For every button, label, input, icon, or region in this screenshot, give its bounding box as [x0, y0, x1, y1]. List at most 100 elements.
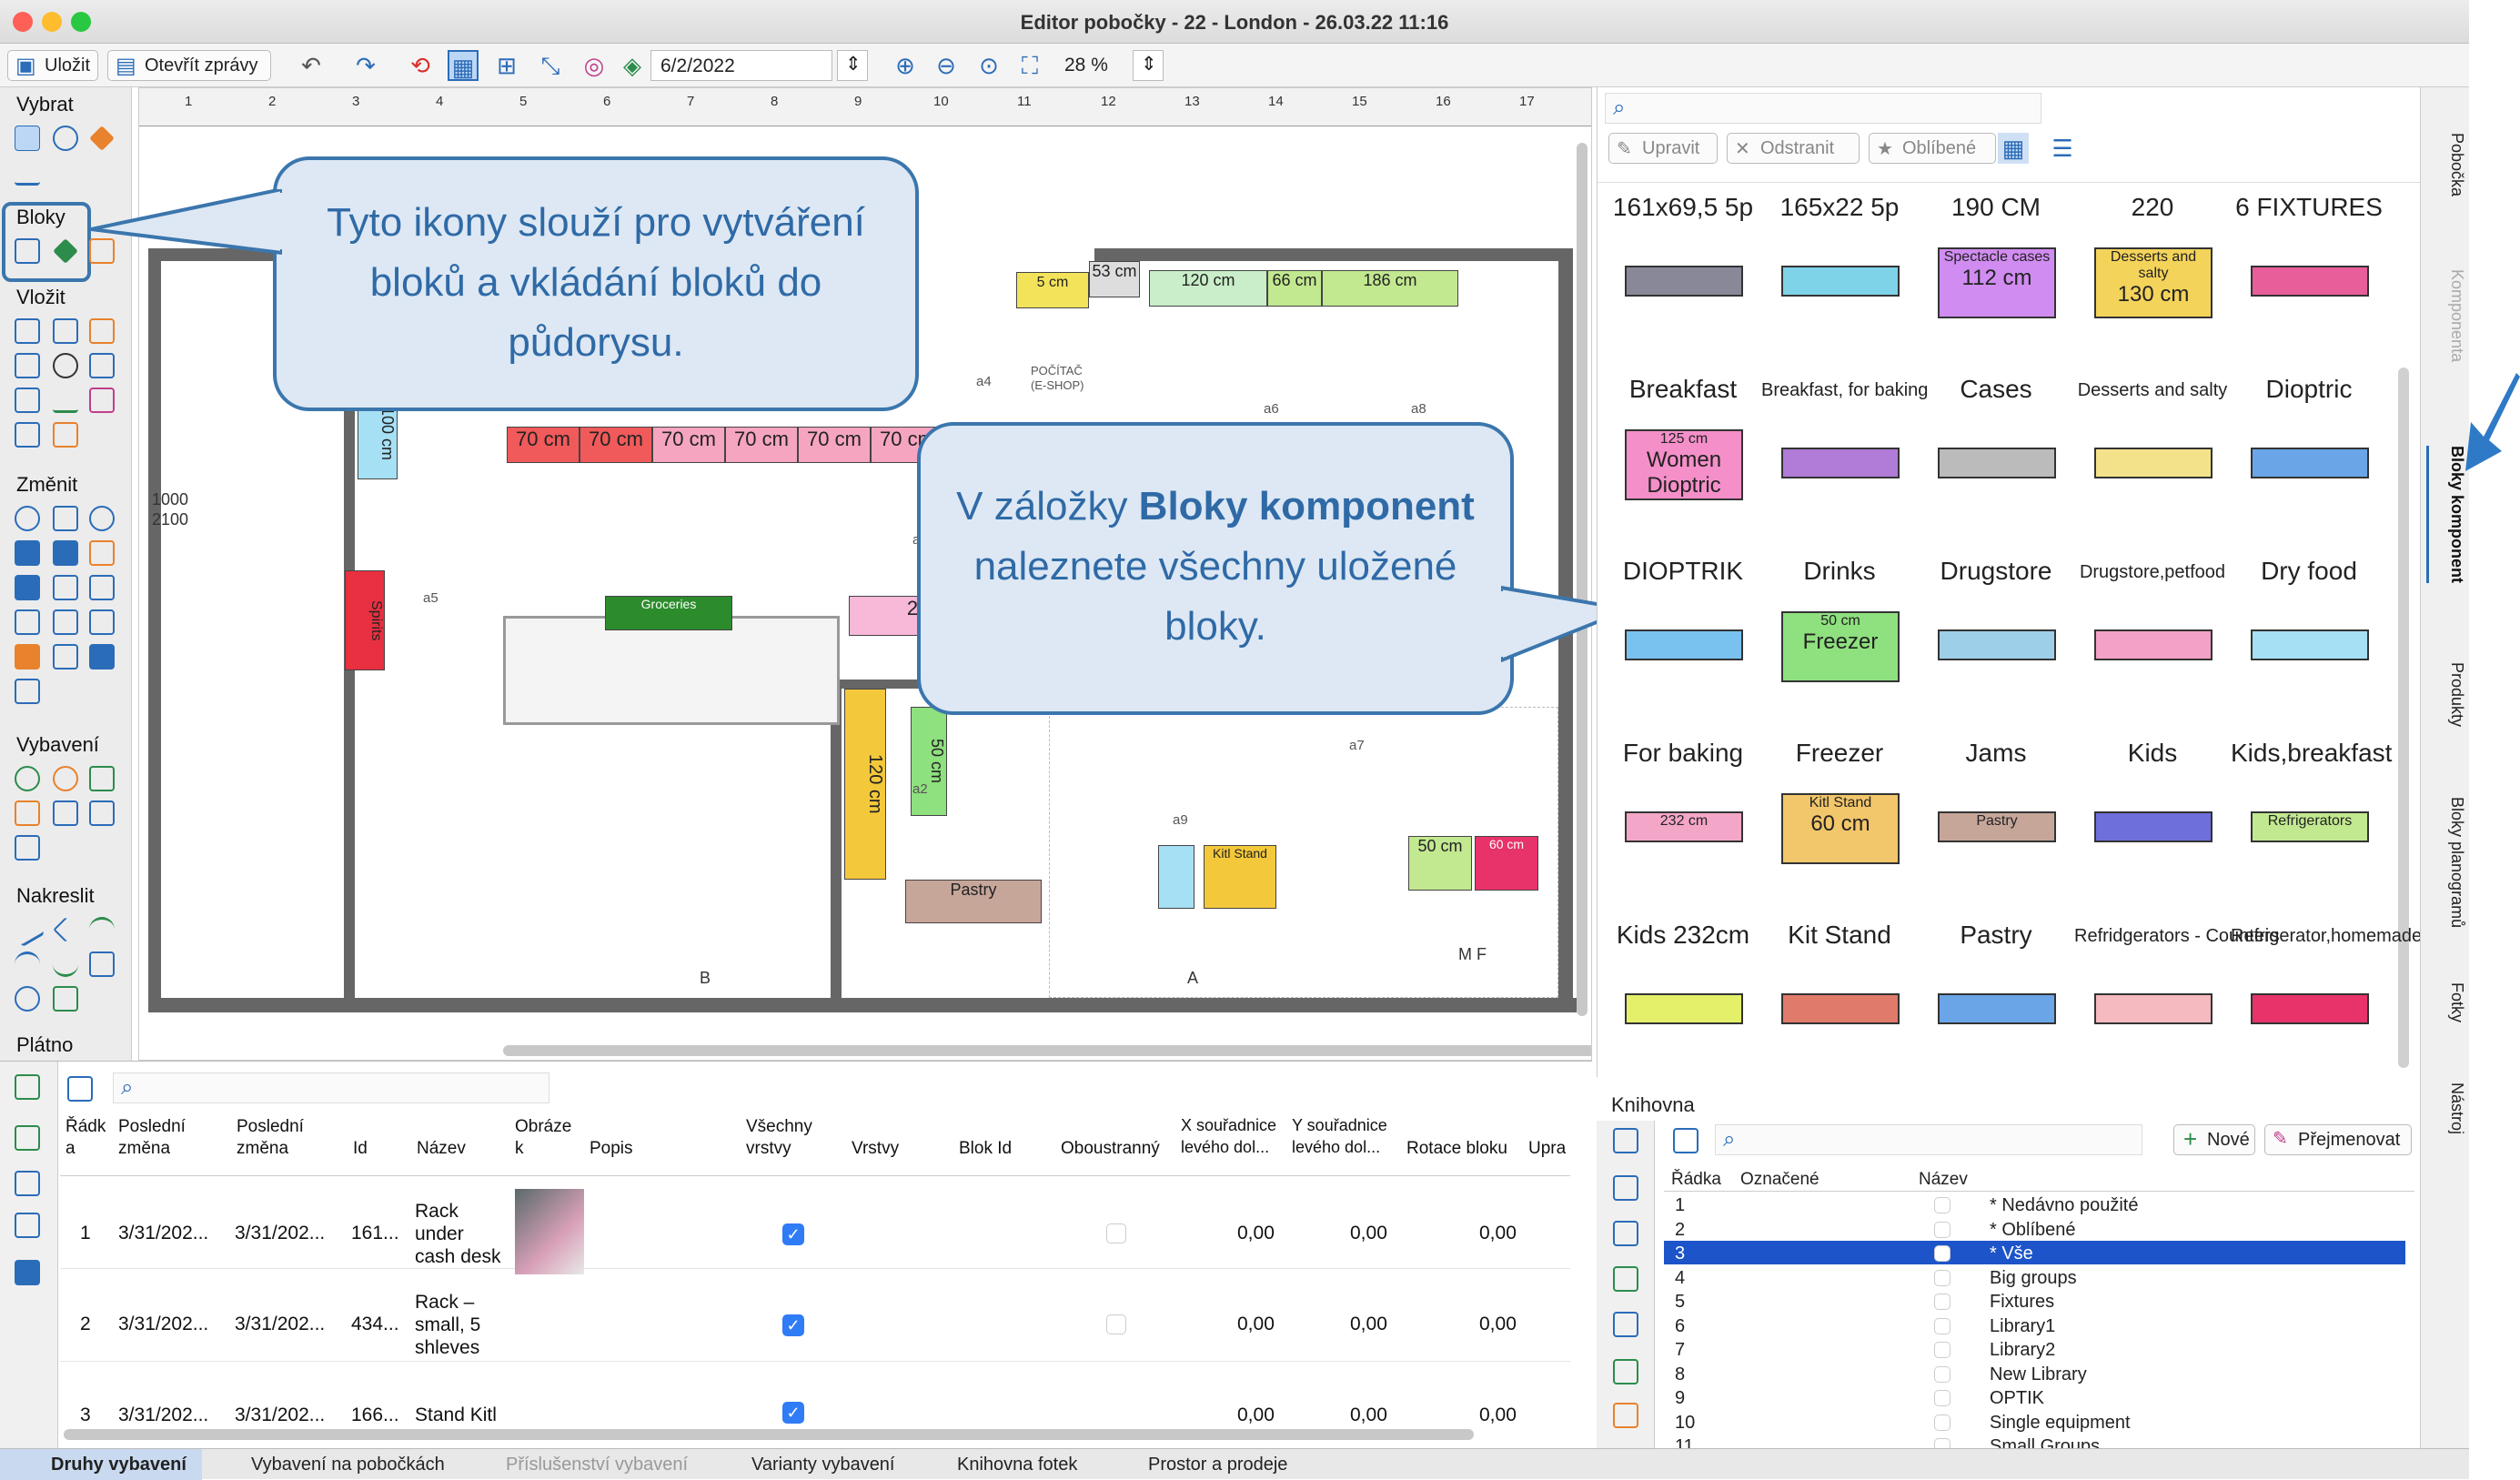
- col-x[interactable]: X souřadnice levého dol...: [1181, 1114, 1286, 1158]
- equipment-sync-icon[interactable]: [53, 766, 78, 791]
- block-thumbnail[interactable]: Desserts and salty 130 cm: [2094, 247, 2213, 318]
- notes-icon[interactable]: [1613, 1312, 1638, 1337]
- tab-tool[interactable]: Nástroj: [2426, 1082, 2466, 1134]
- col-row[interactable]: Řádk a: [66, 1116, 107, 1160]
- export-icon[interactable]: [15, 1213, 40, 1238]
- fp-block[interactable]: 50 cm: [1408, 836, 1472, 891]
- spacing-icon[interactable]: [53, 575, 78, 600]
- block-thumbnail[interactable]: [1938, 448, 2056, 478]
- draw-arc-icon[interactable]: [89, 917, 115, 942]
- table-hscrollbar[interactable]: [64, 1429, 1474, 1440]
- group-icon[interactable]: [89, 609, 115, 635]
- draw-angle-icon[interactable]: [53, 917, 78, 942]
- lib-marked-checkbox[interactable]: [1934, 1414, 1950, 1431]
- col-double-sided[interactable]: Oboustranný: [1061, 1138, 1160, 1160]
- fp-block[interactable]: 66 cm: [1267, 270, 1322, 307]
- fp-block[interactable]: [1158, 845, 1194, 909]
- fp-block[interactable]: 70 cm: [798, 427, 871, 463]
- align-left-icon[interactable]: [15, 540, 40, 566]
- insert-image-icon[interactable]: [15, 422, 40, 448]
- layers-icon[interactable]: ◈: [617, 50, 648, 81]
- block-thumbnail[interactable]: Refrigerators: [2251, 811, 2369, 842]
- col-block-id[interactable]: Blok Id: [959, 1138, 1012, 1160]
- canvas-hscrollbar[interactable]: [503, 1045, 1591, 1056]
- block-thumbnail[interactable]: 125 cmWomen Dioptric Glasses: [1625, 429, 1743, 500]
- save-button[interactable]: ▣ Uložit: [7, 50, 98, 81]
- lib-marked-checkbox[interactable]: [1934, 1390, 1950, 1406]
- equipment-add-icon[interactable]: [89, 800, 115, 826]
- fp-block[interactable]: 5 cm: [1016, 272, 1089, 308]
- block-thumbnail[interactable]: [2094, 993, 2213, 1024]
- order-icon[interactable]: [53, 609, 78, 635]
- block-thumbnail[interactable]: Spectacle cases 112 cm: [1938, 247, 2056, 318]
- block-thumbnail[interactable]: [2251, 629, 2369, 660]
- fp-block[interactable]: Pastry: [905, 880, 1042, 923]
- fullscreen-icon[interactable]: ⛶: [1014, 50, 1045, 81]
- back-icon[interactable]: [53, 644, 78, 670]
- excel-import-icon[interactable]: [15, 1074, 40, 1100]
- insert-pdf-icon[interactable]: [89, 388, 115, 413]
- tab-equipment-types[interactable]: Druhy vybavení: [51, 1455, 186, 1475]
- block-thumbnail[interactable]: [1781, 448, 1900, 478]
- snap-icon[interactable]: [89, 575, 115, 600]
- favorite-block-button[interactable]: ★ Oblíbené: [1869, 133, 1996, 164]
- columns-icon[interactable]: [67, 1076, 93, 1102]
- lib-marked-checkbox[interactable]: [1934, 1317, 1950, 1334]
- open-reports-button[interactable]: ▤ Otevřít zprávy: [107, 50, 271, 81]
- mirror-icon[interactable]: [89, 540, 115, 566]
- target-tool-icon[interactable]: [53, 126, 78, 151]
- history-icon[interactable]: ⟲: [405, 50, 436, 81]
- tab-equipment-accessories[interactable]: Příslušenství vybavení: [506, 1455, 688, 1475]
- move-icon[interactable]: [15, 506, 40, 531]
- tab-space-sales[interactable]: Prostor a prodeje: [1148, 1455, 1287, 1475]
- connect-icon[interactable]: ⤡: [535, 50, 566, 81]
- scale-icon[interactable]: [53, 506, 78, 531]
- lib-col-row[interactable]: Řádka: [1671, 1170, 1721, 1190]
- excel-icon[interactable]: [1613, 1359, 1638, 1384]
- camera-icon[interactable]: ◎: [579, 50, 610, 81]
- table-search-input[interactable]: ⌕: [113, 1072, 549, 1103]
- fp-block[interactable]: 70 cm: [580, 427, 652, 463]
- insert-rack-icon[interactable]: [15, 318, 40, 344]
- block-thumbnail[interactable]: [1781, 266, 1900, 297]
- block-thumbnail[interactable]: [1625, 993, 1743, 1024]
- select-tool-icon[interactable]: [15, 126, 40, 151]
- insert-photo-icon[interactable]: [53, 353, 78, 378]
- chart-icon[interactable]: [15, 1260, 40, 1285]
- lib-marked-checkbox[interactable]: [1934, 1197, 1950, 1213]
- new-library-button[interactable]: + Nové: [2173, 1124, 2255, 1155]
- edit-block-button[interactable]: ✎ Upravit: [1608, 133, 1718, 164]
- block-thumbnail[interactable]: [1781, 993, 1900, 1024]
- check-all-icon[interactable]: [1613, 1128, 1638, 1153]
- draw-line-icon[interactable]: [9, 911, 45, 948]
- align-center-icon[interactable]: [53, 540, 78, 566]
- columns-icon[interactable]: [1673, 1128, 1698, 1153]
- tab-component[interactable]: Komponenta: [2426, 269, 2466, 362]
- draw-spline-icon[interactable]: [53, 951, 78, 977]
- copy-icon[interactable]: [1613, 1175, 1638, 1201]
- tab-component-blocks[interactable]: Bloky komponent: [2426, 446, 2466, 584]
- fp-block[interactable]: 70 cm: [507, 427, 580, 463]
- block-thumbnail[interactable]: [2251, 266, 2369, 297]
- double-sided-checkbox[interactable]: [1106, 1314, 1126, 1334]
- double-sided-checkbox[interactable]: [1106, 1223, 1126, 1243]
- block-thumbnail[interactable]: [2251, 993, 2369, 1024]
- fp-block[interactable]: 186 cm: [1322, 270, 1458, 307]
- tab-photos[interactable]: Fotky: [2426, 982, 2466, 1022]
- rename-library-button[interactable]: ✎ Přejmenovat: [2264, 1124, 2412, 1155]
- block-thumbnail[interactable]: [2094, 811, 2213, 842]
- lib-marked-checkbox[interactable]: [1934, 1294, 1950, 1310]
- date-field[interactable]: 6/2/2022: [650, 50, 832, 81]
- insert-table-icon[interactable]: [89, 353, 115, 378]
- col-rotation[interactable]: Rotace bloku: [1406, 1138, 1507, 1160]
- distribute-icon[interactable]: [15, 575, 40, 600]
- library-search-input[interactable]: ⌕: [1715, 1124, 2142, 1155]
- col-id[interactable]: Id: [353, 1138, 368, 1160]
- block-grid-scrollbar[interactable]: [2398, 367, 2409, 1068]
- col-y[interactable]: Y souřadnice levého dol...: [1292, 1114, 1397, 1158]
- fp-block[interactable]: 120 cm: [1149, 270, 1267, 307]
- block-thumbnail[interactable]: [2251, 448, 2369, 478]
- insert-line-icon[interactable]: [53, 388, 78, 413]
- fp-block[interactable]: Kitl Stand: [1204, 845, 1276, 909]
- grid-view-icon[interactable]: ▦: [1998, 133, 2029, 164]
